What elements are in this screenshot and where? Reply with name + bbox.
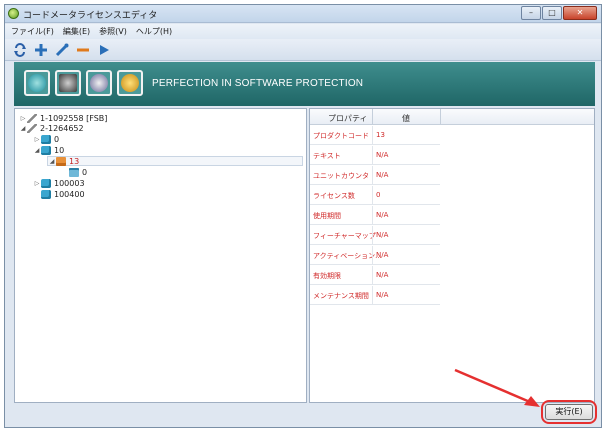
add-icon[interactable] xyxy=(32,41,49,58)
disc-icon xyxy=(86,70,112,96)
cell-divider xyxy=(372,146,373,165)
property-name: フィーチャーマップ xyxy=(313,232,376,240)
tree-item-label: 13 xyxy=(69,156,80,166)
property-name: メンテナンス期間 xyxy=(313,292,369,300)
tree-item-label: 0 xyxy=(54,134,60,144)
property-row[interactable]: メンテナンス期間 N/A xyxy=(310,286,440,305)
tree-item-label: 2-1264652 xyxy=(40,123,84,133)
property-row[interactable]: 使用期間 N/A xyxy=(310,206,440,225)
menu-help[interactable]: ヘルプ(H) xyxy=(136,26,172,37)
tree-item-label: 1-1092558 [FSB] xyxy=(40,113,108,123)
banner: PERFECTION IN SOFTWARE PROTECTION xyxy=(14,62,595,106)
banner-icons xyxy=(24,70,148,96)
property-value: 0 xyxy=(376,191,381,199)
tree-item[interactable]: ◢ 10 xyxy=(33,145,64,155)
edit-icon[interactable] xyxy=(53,41,70,58)
tree-item[interactable]: 0 xyxy=(69,167,87,177)
menu-bar: ファイル(F) 編集(E) 参照(V) ヘルプ(H) xyxy=(5,24,601,39)
tree-item-selected[interactable]: ◢ 13 xyxy=(47,156,303,166)
property-name: ライセンス数 xyxy=(313,192,355,200)
tree-item[interactable]: ▷ 0 xyxy=(33,134,59,144)
expand-icon[interactable]: ▷ xyxy=(19,115,27,122)
property-row[interactable]: アクティベーション... N/A xyxy=(310,246,440,265)
property-header: プロパティ 値 xyxy=(310,109,594,125)
property-row[interactable]: プロダクトコード 13 xyxy=(310,126,440,145)
tree-item-label: 100400 xyxy=(54,189,85,199)
cube-icon xyxy=(41,134,51,144)
menu-file[interactable]: ファイル(F) xyxy=(11,26,54,37)
tree-item[interactable]: ▷ 1-1092558 [FSB] xyxy=(19,113,107,123)
property-value: N/A xyxy=(376,211,389,219)
license-tree: ▷ 1-1092558 [FSB] ◢ 2-1264652 ▷ 0 ◢ 10 ◢… xyxy=(14,108,307,403)
property-row[interactable]: テキスト N/A xyxy=(310,146,440,165)
execute-button[interactable]: 実行(E) xyxy=(545,404,593,420)
property-name: プロダクトコード xyxy=(313,132,369,140)
property-value: N/A xyxy=(376,151,389,159)
toolbar xyxy=(5,39,601,61)
property-name: 使用期間 xyxy=(313,212,341,220)
menu-view[interactable]: 参照(V) xyxy=(99,26,127,37)
window-title: コードメータライセンスエディタ xyxy=(23,11,158,21)
collapse-icon[interactable]: ◢ xyxy=(33,147,41,154)
cube-icon xyxy=(41,189,51,199)
cube-icon xyxy=(41,178,51,188)
tree-item[interactable]: ▷ 100003 xyxy=(33,178,85,188)
window-controls: – □ ✕ xyxy=(520,6,597,20)
collapse-icon[interactable]: ◢ xyxy=(48,158,56,165)
banner-tagline: PERFECTION IN SOFTWARE PROTECTION xyxy=(152,78,364,89)
property-value: N/A xyxy=(376,251,389,259)
minimize-button[interactable]: – xyxy=(521,6,541,20)
tree-item[interactable]: ◢ 2-1264652 xyxy=(19,123,84,133)
pencil-icon xyxy=(27,113,37,123)
property-row[interactable]: 有効期限 N/A xyxy=(310,266,440,285)
tree-item[interactable]: 100400 xyxy=(41,189,85,199)
cell-divider xyxy=(372,266,373,285)
property-value: 13 xyxy=(376,131,385,139)
cell-divider xyxy=(372,286,373,305)
close-button[interactable]: ✕ xyxy=(563,6,597,20)
property-name: テキスト xyxy=(313,152,341,160)
property-value: N/A xyxy=(376,271,389,279)
column-divider[interactable] xyxy=(372,109,373,125)
document-icon xyxy=(69,167,79,177)
property-name: 有効期限 xyxy=(313,272,341,280)
cell-divider xyxy=(372,226,373,245)
property-name: ユニットカウンタ xyxy=(313,172,369,180)
property-grid: プロパティ 値 プロダクトコード 13 テキスト N/A ユニットカウンタ N/A ラ… xyxy=(309,108,595,403)
cell-divider xyxy=(372,126,373,145)
remove-icon[interactable] xyxy=(74,41,91,58)
codemeter-icon xyxy=(24,70,50,96)
cube-icon xyxy=(41,145,51,155)
app-icon xyxy=(8,8,19,19)
cell-divider xyxy=(372,206,373,225)
column-header-property[interactable]: プロパティ xyxy=(328,113,368,124)
license-icon xyxy=(55,70,81,96)
pencil-icon xyxy=(27,123,37,133)
folder-icon xyxy=(56,156,66,166)
cell-divider xyxy=(372,166,373,185)
expand-icon[interactable]: ▷ xyxy=(33,136,41,143)
property-row[interactable]: フィーチャーマップ N/A xyxy=(310,226,440,245)
cell-divider xyxy=(372,246,373,265)
property-value: N/A xyxy=(376,231,389,239)
property-value: N/A xyxy=(376,291,389,299)
menu-edit[interactable]: 編集(E) xyxy=(63,26,90,37)
expand-icon[interactable]: ▷ xyxy=(33,180,41,187)
tree-item-label: 0 xyxy=(82,167,88,177)
tree-item-label: 10 xyxy=(54,145,65,155)
refresh-icon[interactable] xyxy=(11,41,28,58)
column-divider[interactable] xyxy=(440,109,441,125)
cell-divider xyxy=(372,186,373,205)
column-header-value[interactable]: 値 xyxy=(402,113,410,124)
collapse-icon[interactable]: ◢ xyxy=(19,125,27,132)
property-value: N/A xyxy=(376,171,389,179)
maximize-button[interactable]: □ xyxy=(542,6,562,20)
title-bar: コードメータライセンスエディタ – □ ✕ xyxy=(5,5,601,23)
gear-icon xyxy=(117,70,143,96)
property-row[interactable]: ユニットカウンタ N/A xyxy=(310,166,440,185)
status-bar xyxy=(5,403,601,427)
run-icon[interactable] xyxy=(95,41,112,58)
property-row[interactable]: ライセンス数 0 xyxy=(310,186,440,205)
tree-item-label: 100003 xyxy=(54,178,85,188)
